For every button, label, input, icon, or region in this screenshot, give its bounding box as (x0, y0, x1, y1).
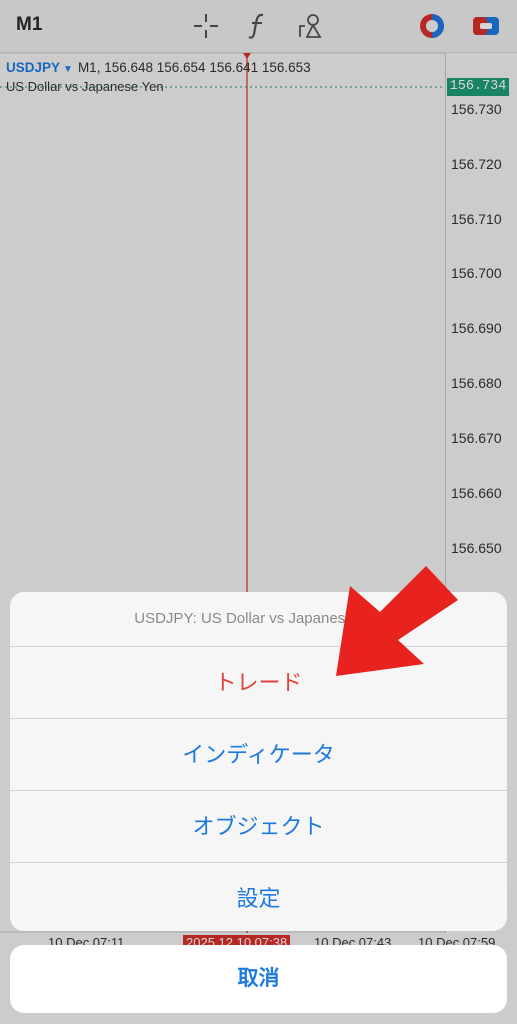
annotation-arrow-icon (336, 566, 458, 676)
